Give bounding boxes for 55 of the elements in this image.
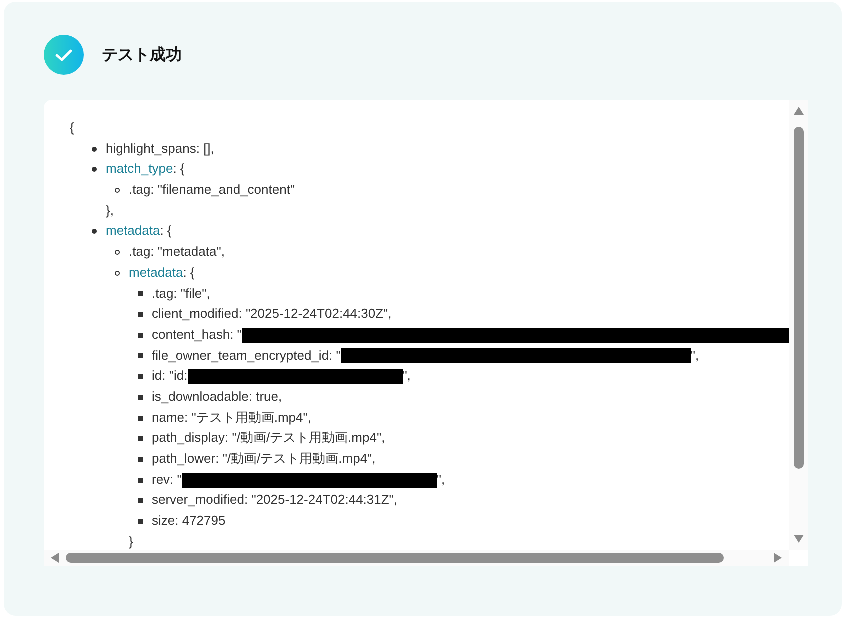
json-line: path_display: "/動画/テスト用動画.mp4", [152, 429, 386, 448]
key-link[interactable]: match_type [106, 161, 174, 176]
json-line: }, [105, 202, 115, 220]
json-line: ", [690, 346, 700, 365]
json-line: client_modified: "2025-12-24T02:44:30Z", [152, 305, 392, 324]
bullet-icon [92, 146, 97, 152]
json-line: metadata: { [106, 222, 172, 240]
json-line: metadata: { [129, 264, 195, 282]
json-line: is_downloadable: true, [152, 388, 282, 406]
bullet-icon [138, 416, 143, 420]
bullet-icon [138, 436, 143, 442]
bullet-icon [138, 312, 143, 318]
json-line: .tag: "file", [152, 284, 210, 303]
scrollbar-thumb[interactable] [794, 127, 804, 469]
scroll-up-icon[interactable] [792, 106, 804, 116]
json-line: content_hash: " [152, 326, 242, 344]
bullet-icon [138, 478, 143, 483]
json-line: file_owner_team_encrypted_id: " [152, 346, 341, 365]
bullet-icon [115, 270, 120, 276]
check-icon [44, 35, 84, 75]
bullet-icon [92, 229, 97, 234]
bullet-icon [138, 498, 143, 504]
vertical-scrollbar[interactable] [789, 100, 808, 550]
json-line: size: 472795 [152, 512, 226, 530]
bullet-icon [138, 394, 143, 400]
bullet-icon [138, 374, 143, 380]
scroll-down-icon[interactable] [792, 534, 804, 544]
json-line: ", [402, 367, 411, 386]
scroll-left-icon[interactable] [50, 552, 60, 564]
bullet-icon [138, 518, 143, 524]
json-line: ", [436, 470, 446, 489]
json-line: path_lower: "/動画/テスト用動画.mp4", [152, 450, 376, 468]
bullet-icon [138, 332, 143, 338]
json-line: .tag: "metadata", [129, 243, 225, 262]
bullet-icon [138, 353, 143, 358]
json-line: .tag: "filename_and_content" [129, 181, 296, 200]
json-line: name: "テスト用動画.mp4", [152, 408, 312, 427]
scroll-right-icon[interactable] [773, 552, 783, 564]
bullet-icon [115, 188, 120, 193]
bullet-icon [138, 291, 143, 296]
json-line: rev: " [152, 470, 182, 489]
horizontal-scrollbar[interactable] [44, 550, 789, 566]
scrollbar-thumb[interactable] [66, 553, 724, 563]
json-line: highlight_spans: [], [106, 140, 214, 158]
key-link[interactable]: metadata [129, 264, 184, 280]
result-title: テスト成功 [102, 46, 182, 66]
bullet-icon [115, 250, 120, 255]
key-link[interactable]: metadata [106, 223, 160, 238]
json-line: server_modified: "2025-12-24T02:44:31Z", [152, 491, 398, 510]
json-line: { [70, 119, 76, 137]
json-line: } [128, 532, 134, 550]
json-line: id: "id: [152, 367, 188, 386]
json-line: match_type: { [106, 160, 185, 178]
bullet-icon [138, 456, 143, 462]
bullet-icon [92, 167, 97, 172]
